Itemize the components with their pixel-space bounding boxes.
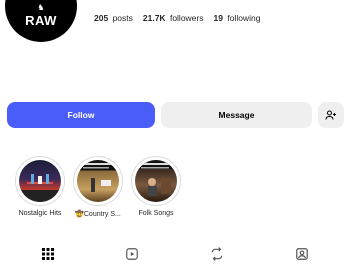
room-image	[139, 163, 173, 196]
highlight-thumbnail	[135, 160, 177, 202]
tab-reels[interactable]	[122, 244, 142, 264]
profile-avatar[interactable]: ♞ RAW	[5, 0, 77, 42]
avatar-text: RAW	[25, 13, 57, 28]
tab-posts[interactable]	[38, 244, 58, 264]
person-add-icon	[325, 110, 336, 120]
following-count: 19	[213, 13, 223, 23]
profile-stats: 205 posts 21.7K followers 19 following	[94, 13, 260, 23]
follow-button[interactable]: Follow	[7, 102, 155, 128]
tab-tagged[interactable]	[292, 244, 312, 264]
stage-image	[19, 174, 61, 202]
highlight-folk-songs[interactable]: Folk Songs	[126, 156, 186, 217]
field-image	[81, 163, 115, 192]
highlight-thumbnail	[77, 160, 119, 202]
followers-stat[interactable]: 21.7K followers	[143, 13, 204, 23]
suggest-accounts-button[interactable]	[318, 102, 344, 128]
highlight-ring	[15, 156, 65, 206]
highlight-ring	[73, 156, 123, 206]
highlight-ring	[131, 156, 181, 206]
avatar-logo-icon: ♞	[37, 3, 45, 12]
highlight-thumbnail	[19, 160, 61, 202]
highlight-label: Nostalgic Hits	[18, 210, 62, 217]
repost-icon	[211, 247, 223, 261]
highlight-label: Folk Songs	[138, 210, 174, 217]
tab-reposts[interactable]	[207, 244, 227, 264]
posts-label: posts	[112, 13, 133, 23]
posts-count: 205	[94, 13, 109, 23]
followers-count: 21.7K	[142, 13, 166, 23]
message-button[interactable]: Message	[161, 102, 312, 128]
tagged-icon	[296, 248, 308, 260]
highlight-nostalgic-hits[interactable]: Nostalgic Hits	[10, 156, 70, 217]
highlight-label: 🤠Country S...	[75, 211, 121, 218]
grid-icon	[42, 248, 54, 260]
following-stat[interactable]: 19 following	[214, 13, 261, 23]
profile-tabs	[0, 244, 350, 264]
followers-label: followers	[169, 13, 204, 23]
highlight-country-songs[interactable]: 🤠Country S...	[68, 156, 128, 218]
following-label: following	[227, 13, 261, 23]
reels-icon	[126, 248, 138, 260]
posts-stat[interactable]: 205 posts	[94, 13, 133, 23]
